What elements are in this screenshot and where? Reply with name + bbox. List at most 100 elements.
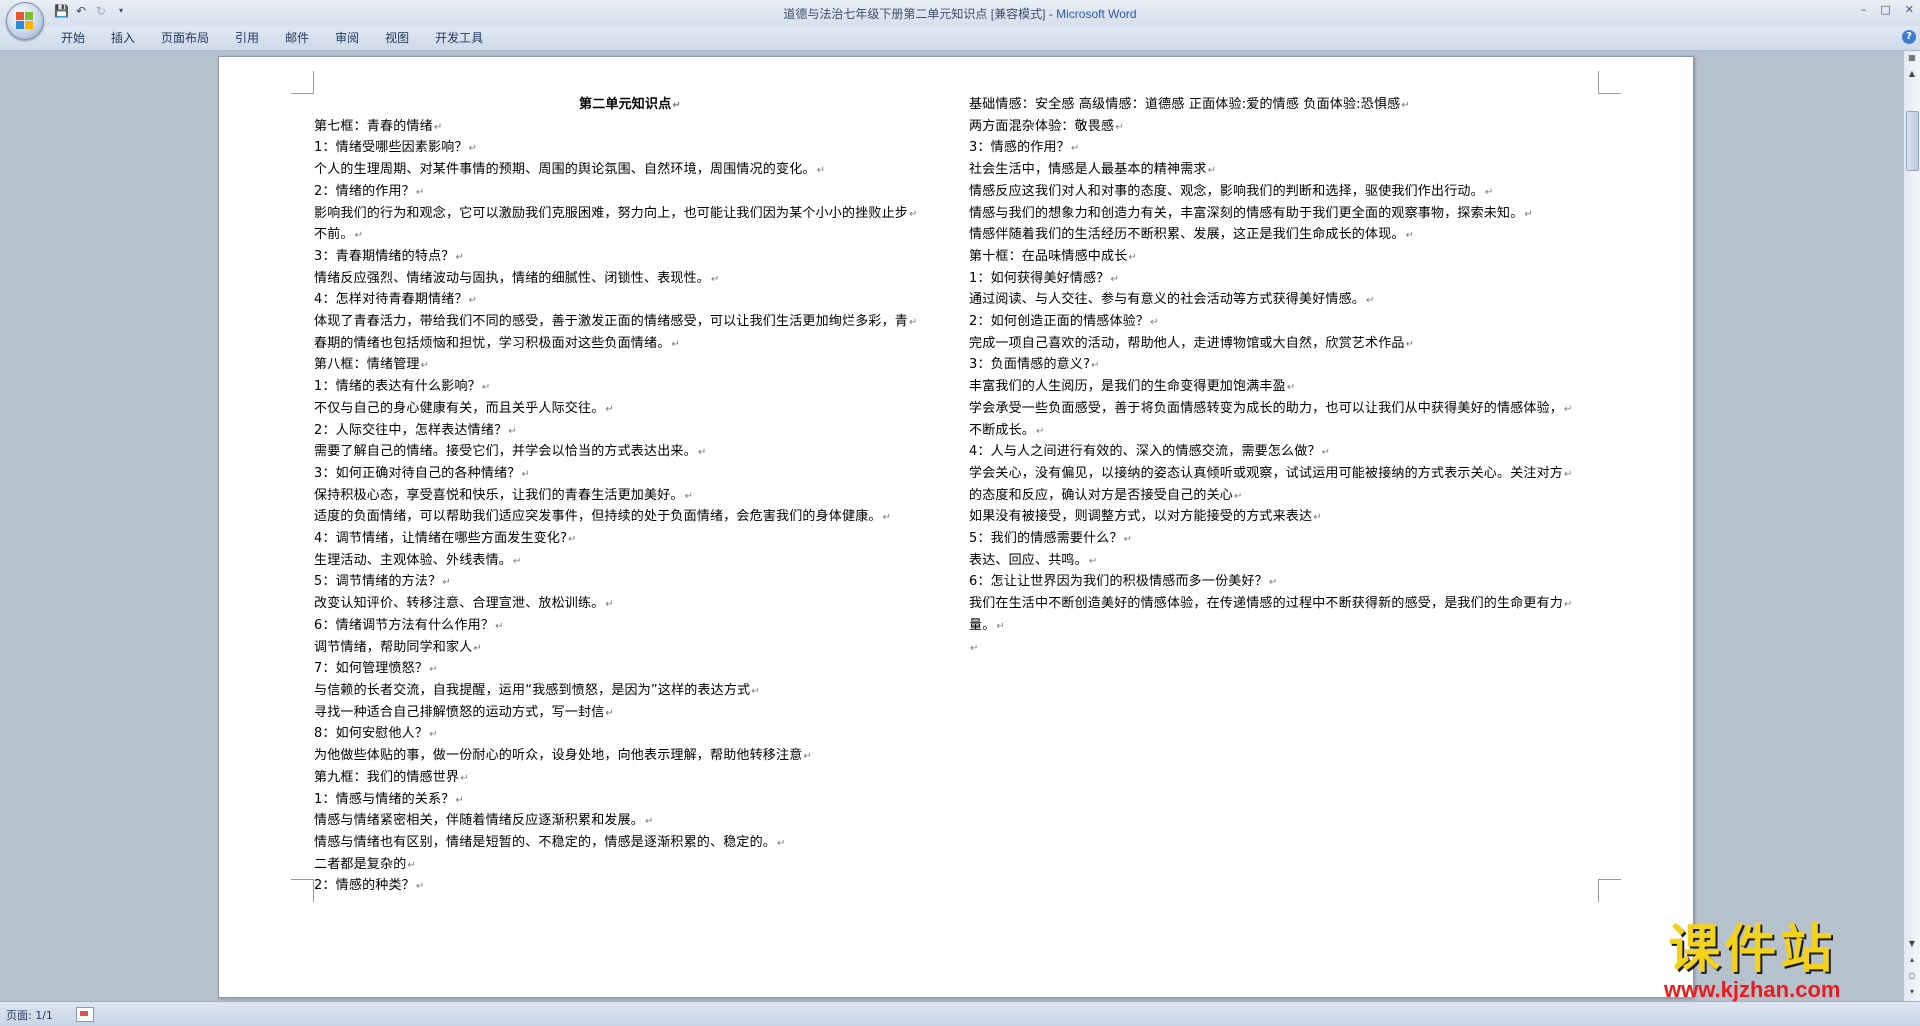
ribbon-tab[interactable]: 引用 [222, 30, 272, 46]
scroll-down-icon[interactable]: ▼ [1905, 937, 1919, 951]
document-line: 情感与情绪也有区别，情绪是短暂的、不稳定的，情感是逐渐积累的、稳定的。↵ [314, 833, 946, 855]
paragraph-mark-icon: ↵ [415, 186, 425, 198]
title-bar: 💾 ↶ ↻ ▾ 道德与法治七年级下册第二单元知识点 [兼容模式] - Micro… [0, 0, 1920, 26]
line-text: 第二单元知识点 [579, 97, 672, 112]
document-line: 表达、回应、共鸣。↵ [969, 551, 1601, 573]
line-text: 生理活动、主观体验、外线表情。 [314, 552, 513, 568]
paragraph-mark-icon: ↵ [645, 816, 654, 828]
select-browse-object-icon[interactable]: ○ [1905, 969, 1919, 983]
line-text: 不仅与自己的身心健康有关，而且关乎人际交往。 [314, 400, 605, 416]
previous-page-icon[interactable]: ▴ [1905, 953, 1919, 967]
document-line: 通过阅读、与人交往、参与有意义的社会活动等方式获得美好情感。↵ [969, 290, 1601, 312]
minimize-icon[interactable]: – [1861, 3, 1867, 16]
document-line: 社会生活中，情感是人最基本的精神需求↵ [969, 160, 1601, 182]
line-text: 情感伴随着我们的生活经历不断积累、发展，这正是我们生命成长的体现。 [969, 227, 1405, 243]
paragraph-mark-icon: ↵ [1036, 425, 1045, 437]
document-line: 3：青春期情绪的特点？↵ [314, 247, 946, 269]
line-text: 2：人际交往中，怎样表达情绪？ [314, 422, 508, 438]
paragraph-mark-icon: ↵ [568, 534, 577, 546]
document-line: 2：情感的种类？↵ [314, 876, 946, 898]
paragraph-mark-icon: ↵ [671, 338, 680, 350]
document-line: 第九框：我们的情感世界↵ [314, 768, 946, 790]
paragraph-mark-icon: ↵ [1366, 295, 1375, 307]
line-text: 3：如何正确对待自己的各种情绪？ [314, 465, 521, 481]
line-text: 6：怎让让世界因为我们的积极情感而多一份美好？ [969, 574, 1268, 590]
document-line: 量。↵ [969, 616, 1601, 638]
document-line: 寻找一种适合自己排解愤怒的运动方式，写一封信↵ [314, 703, 946, 725]
paragraph-mark-icon: ↵ [697, 447, 707, 459]
ribbon-tab[interactable]: 开始 [48, 30, 98, 46]
line-text: 5：我们的情感需要什么？ [969, 531, 1123, 547]
line-text: 保持积极心态，享受喜悦和快乐，让我们的青春生活更加美好。 [314, 487, 684, 503]
paragraph-mark-icon: ↵ [1405, 230, 1415, 242]
office-logo-icon [16, 12, 34, 30]
ribbon-tab[interactable]: 邮件 [272, 30, 322, 46]
paragraph-mark-icon: ↵ [1110, 273, 1120, 285]
document-line: 调节情绪，帮助同学和家人↵ [314, 638, 946, 660]
next-page-icon[interactable]: ▾ [1905, 985, 1919, 999]
document-line: 生理活动、主观体验、外线表情。↵ [314, 551, 946, 573]
paragraph-mark-icon: ↵ [711, 273, 720, 285]
document-line: ↵ [969, 638, 1601, 660]
ribbon-tab[interactable]: 开发工具 [422, 30, 496, 46]
line-text: 4：调节情绪，让情绪在哪些方面发生变化? [314, 531, 568, 547]
line-text: 适度的负面情绪，可以帮助我们适应突发事件，但持续的处于负面情绪，会危害我们的身体… [314, 509, 882, 525]
line-text: 的态度和反应，确认对方是否接受自己的关心 [969, 487, 1234, 503]
scroll-thumb[interactable] [1906, 111, 1919, 171]
watermark: 课件站 www.kjzhan.com [1664, 922, 1840, 1002]
ribbon-tab[interactable]: 审阅 [322, 30, 372, 46]
document-line: 改变认知评价、转移注意、合理宣泄、放松训练。↵ [314, 594, 946, 616]
paragraph-mark-icon: ↵ [481, 382, 491, 394]
line-text: 3：青春期情绪的特点？ [314, 248, 455, 264]
scroll-up-icon[interactable]: ▲ [1905, 67, 1919, 81]
line-text: 表达、回应、共鸣。 [969, 552, 1088, 568]
document-line: 如果没有被接受，则调整方式，以对方能接受的方式来表达↵ [969, 507, 1601, 529]
line-text: 影响我们的行为和观念，它可以激励我们克服困难，努力向上，也可能让我们因为某个小小… [314, 205, 909, 221]
line-text: 4：怎样对待青春期情绪？ [314, 292, 468, 308]
document-line: 第二单元知识点↵ [314, 95, 946, 117]
paragraph-mark-icon: ↵ [777, 837, 786, 849]
line-text: 学会关心，没有偏见，以接纳的姿态认真倾听或观察，试试运用可能被接纳的方式表示关心… [969, 465, 1564, 481]
close-icon[interactable]: ✕ [1905, 3, 1914, 16]
paragraph-mark-icon: ↵ [460, 772, 469, 784]
line-text: 2：情绪的作用？ [314, 183, 415, 199]
crop-mark [1598, 71, 1621, 94]
line-text: 情感反应这我们对人和对事的态度、观念，影响我们的判断和选择，驱使我们作出行动。 [969, 183, 1484, 199]
document-line: 的态度和反应，确认对方是否接受自己的关心↵ [969, 486, 1601, 508]
document-line: 第十框：在品味情感中成长↵ [969, 247, 1601, 269]
line-text: 1：如何获得美好情感？ [969, 270, 1110, 286]
line-text: 体现了青春活力，带给我们不同的感受，善于激发正面的情绪感受，可以让我们生活更加绚… [314, 314, 909, 330]
document-page[interactable]: 第二单元知识点↵ 第七框：青春的情绪↵ 1：情绪受哪些因素影响？↵ 个人的生理周期、对… [218, 56, 1694, 998]
paragraph-mark-icon: ↵ [407, 859, 416, 871]
paragraph-mark-icon: ↵ [1564, 403, 1573, 415]
page-count[interactable]: 页面: 1/1 [6, 1007, 53, 1023]
line-text: 5：调节情绪的方法？ [314, 574, 442, 590]
line-text: 完成一项自己喜欢的活动，帮助他人，走进博物馆或大自然，欣赏艺术作品 [969, 335, 1405, 351]
vertical-scrollbar[interactable]: ▦ ▲ ▼ ▴ ○ ▾ [1903, 51, 1920, 1001]
paragraph-mark-icon: ↵ [605, 707, 614, 719]
office-button[interactable] [6, 2, 44, 40]
paragraph-mark-icon: ↵ [442, 577, 451, 589]
line-text: 改变认知评价、转移注意、合理宣泄、放松训练。 [314, 596, 605, 612]
ribbon-tab[interactable]: 页面布局 [148, 30, 222, 46]
document-line: 不仅与自己的身心健康有关，而且关乎人际交往。↵ [314, 399, 946, 421]
document-line: 情感与我们的想象力和创造力有关，丰富深刻的情感有助于我们更全面的观察事物，探索未… [969, 204, 1601, 226]
line-text: 情感与情绪紧密相关，伴随着情绪反应逐渐积累和发展。 [314, 813, 645, 829]
help-icon[interactable]: ? [1902, 30, 1916, 44]
ribbon-tab[interactable]: 插入 [98, 30, 148, 46]
paragraph-mark-icon: ↵ [415, 881, 425, 893]
document-line: 春期的情绪也包括烦恼和担忧，学习积极面对这些负面情绪。↵ [314, 334, 946, 356]
line-text: 个人的生理周期、对某件事情的预期、周围的舆论氛围、自然环境，周围情况的变化。 [314, 162, 816, 178]
paragraph-mark-icon: ↵ [1401, 100, 1410, 111]
macro-record-icon[interactable] [76, 1007, 94, 1022]
paragraph-mark-icon: ↵ [473, 642, 482, 654]
document-line: 二者都是复杂的↵ [314, 855, 946, 877]
ruler-toggle-icon[interactable]: ▦ [1905, 51, 1919, 65]
paragraph-mark-icon: ↵ [508, 425, 517, 437]
line-text: 丰富我们的人生阅历，是我们的生命变得更加饱满丰盈 [969, 379, 1286, 395]
maximize-icon[interactable]: □ [1880, 3, 1890, 16]
ribbon-tab[interactable]: 视图 [372, 30, 422, 46]
paragraph-mark-icon: ↵ [1123, 534, 1133, 546]
line-text: 与信赖的长者交流，自我提醒，运用“我感到愤怒，是因为”这样的表达方式 [314, 682, 751, 698]
document-line: 丰富我们的人生阅历，是我们的生命变得更加饱满丰盈↵ [969, 377, 1601, 399]
